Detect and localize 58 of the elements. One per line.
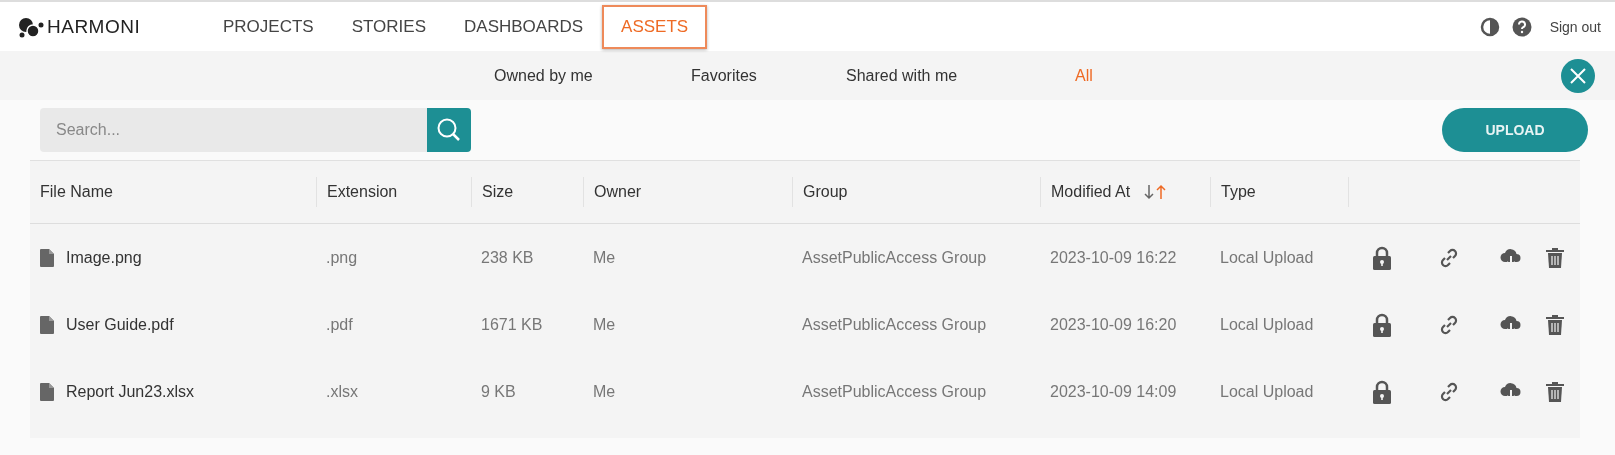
filter-tab[interactable]: Shared with me	[846, 66, 1075, 85]
link-icon[interactable]	[1439, 381, 1459, 402]
filter-tab[interactable]: Favorites	[691, 66, 846, 85]
sign-out-link[interactable]: Sign out	[1549, 18, 1601, 35]
file-name[interactable]: Report Jun23.xlsx	[66, 382, 195, 401]
table-cell: Me	[593, 248, 616, 267]
help-icon[interactable]	[1511, 16, 1532, 37]
table-cell: AssetPublicAccess Group	[802, 315, 987, 334]
table-cell: 2023-10-09 16:22	[1050, 248, 1177, 267]
table-cell: 1671 KB	[481, 315, 543, 334]
table-cell: Me	[593, 382, 616, 401]
brand-name: HARMONI	[47, 15, 141, 38]
table-cell: .pdf	[326, 315, 353, 334]
column-header[interactable]: Group	[803, 183, 848, 201]
trash-icon[interactable]	[1546, 314, 1564, 335]
search-button[interactable]	[427, 108, 471, 152]
file-icon	[40, 315, 54, 334]
search-icon	[436, 117, 462, 143]
sort-up-icon[interactable]	[1156, 184, 1167, 200]
file-name[interactable]: Image.png	[66, 248, 142, 267]
column-header[interactable]: Extension	[327, 183, 398, 201]
table-cell: 2023-10-09 16:20	[1050, 315, 1177, 334]
table-cell: .png	[326, 248, 358, 267]
table-cell: AssetPublicAccess Group	[802, 382, 987, 401]
table-cell: Me	[593, 315, 616, 334]
file-icon	[40, 382, 54, 401]
column-header[interactable]: Modified At	[1051, 183, 1131, 201]
file-name[interactable]: User Guide.pdf	[66, 315, 174, 334]
search-field[interactable]: Search...	[40, 108, 427, 152]
table-cell: 238 KB	[481, 248, 534, 267]
column-header[interactable]: File Name	[40, 183, 113, 201]
table-cell: 9 KB	[481, 382, 516, 401]
nav-tab[interactable]: PROJECTS	[204, 4, 333, 49]
table-cell: Local Upload	[1220, 382, 1314, 401]
nav-tab[interactable]: STORIES	[332, 4, 445, 49]
table-cell: Local Upload	[1220, 248, 1314, 267]
link-icon[interactable]	[1439, 247, 1459, 268]
close-button[interactable]	[1561, 58, 1595, 93]
trash-icon[interactable]	[1546, 381, 1564, 402]
trash-icon[interactable]	[1546, 247, 1564, 268]
nav-tab[interactable]: DASHBOARDS	[445, 4, 603, 49]
table-cell: .xlsx	[326, 382, 358, 401]
link-icon[interactable]	[1439, 314, 1459, 335]
filter-tab[interactable]: Owned by me	[494, 66, 691, 85]
logo-icon	[18, 15, 44, 38]
lock-icon[interactable]	[1372, 312, 1392, 337]
table-cell: 2023-10-09 14:09	[1050, 382, 1177, 401]
contrast-icon[interactable]	[1479, 16, 1500, 37]
column-header[interactable]: Owner	[594, 183, 642, 201]
column-header[interactable]: Size	[482, 183, 514, 201]
column-header[interactable]: Type	[1221, 183, 1256, 201]
close-icon	[1570, 67, 1586, 84]
sort-down-icon[interactable]	[1144, 184, 1155, 200]
table-cell: Local Upload	[1220, 315, 1314, 334]
file-icon	[40, 248, 54, 267]
lock-icon[interactable]	[1372, 245, 1392, 270]
lock-icon[interactable]	[1372, 379, 1392, 404]
table-cell: AssetPublicAccess Group	[802, 248, 987, 267]
